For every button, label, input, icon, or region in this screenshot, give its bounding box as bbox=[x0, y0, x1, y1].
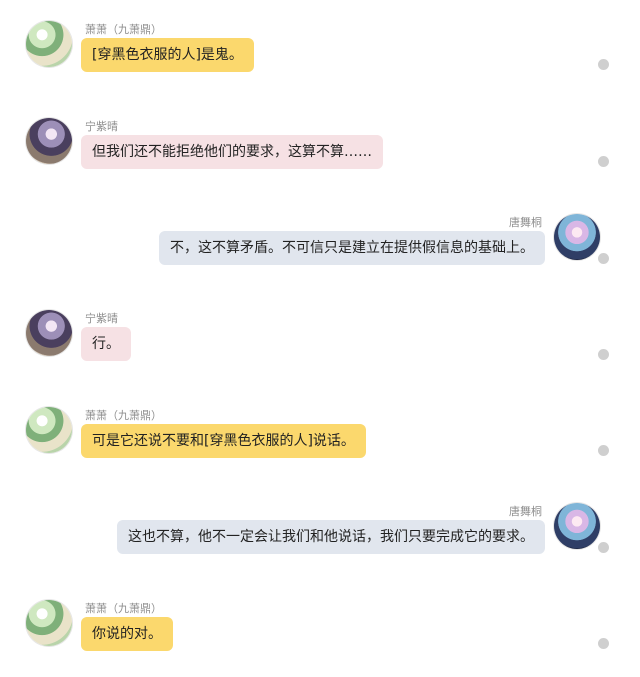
sender-name: 宁紫晴 bbox=[85, 120, 118, 133]
status-dot-icon bbox=[598, 542, 609, 553]
avatar[interactable] bbox=[26, 118, 72, 164]
message-bubble[interactable]: 可是它还说不要和[穿黑色衣服的人]说话。 bbox=[81, 424, 366, 458]
message-bubble[interactable]: 这也不算，他不一定会让我们和他说话，我们只要完成它的要求。 bbox=[117, 520, 545, 554]
status-dot-icon bbox=[598, 638, 609, 649]
sender-name: 萧萧（九萧鼎） bbox=[85, 23, 162, 36]
sender-name: 唐舞桐 bbox=[509, 216, 542, 229]
message-bubble[interactable]: [穿黑色衣服的人]是鬼。 bbox=[81, 38, 254, 72]
status-dot-icon bbox=[598, 59, 609, 70]
avatar[interactable] bbox=[554, 503, 600, 549]
avatar[interactable] bbox=[26, 600, 72, 646]
message-bubble[interactable]: 你说的对。 bbox=[81, 617, 173, 651]
sender-name: 萧萧（九萧鼎） bbox=[85, 409, 162, 422]
status-dot-icon bbox=[598, 156, 609, 167]
avatar[interactable] bbox=[26, 21, 72, 67]
message-bubble[interactable]: 不，这不算矛盾。不可信只是建立在提供假信息的基础上。 bbox=[159, 231, 545, 265]
message-bubble[interactable]: 但我们还不能拒绝他们的要求，这算不算…… bbox=[81, 135, 383, 169]
avatar[interactable] bbox=[554, 214, 600, 260]
sender-name: 宁紫晴 bbox=[85, 312, 118, 325]
sender-name: 萧萧（九萧鼎） bbox=[85, 602, 162, 615]
sender-name: 唐舞桐 bbox=[509, 505, 542, 518]
message-bubble[interactable]: 行。 bbox=[81, 327, 131, 361]
status-dot-icon bbox=[598, 253, 609, 264]
status-dot-icon bbox=[598, 445, 609, 456]
avatar[interactable] bbox=[26, 407, 72, 453]
status-dot-icon bbox=[598, 349, 609, 360]
avatar[interactable] bbox=[26, 310, 72, 356]
